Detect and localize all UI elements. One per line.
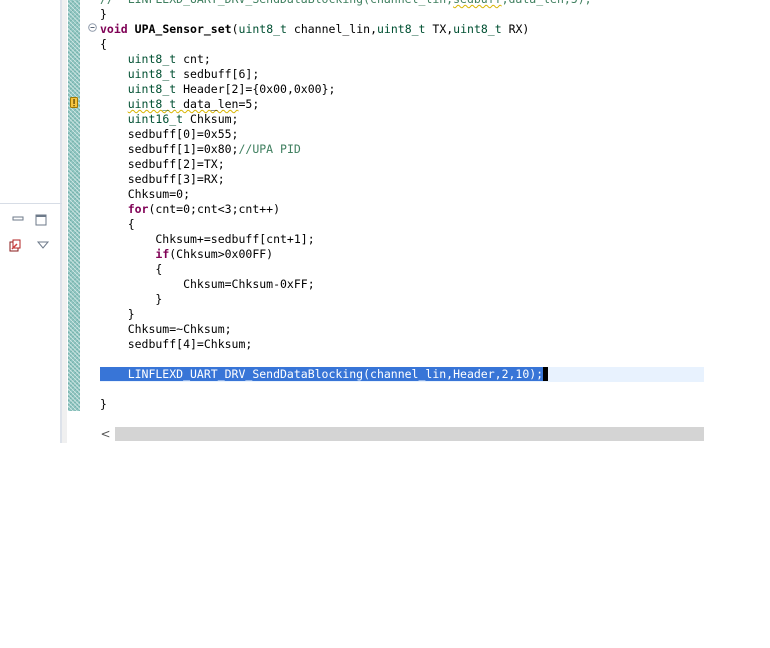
code-token: Chksum=Chksum-0xFF;: [100, 277, 315, 291]
code-line[interactable]: [100, 382, 704, 397]
panel-divider: [0, 203, 62, 204]
code-line[interactable]: uint8_t Header[2]={0x00,0x00};: [100, 82, 704, 97]
code-line[interactable]: {: [100, 37, 704, 52]
code-token: for: [127, 202, 149, 216]
code-line[interactable]: sedbuff[1]=0x80;//UPA PID: [100, 142, 704, 157]
code-token: // LINFLEXD_UART_DRV_SendDataBlocking(ch…: [100, 0, 453, 6]
code-token: data_len: [176, 97, 239, 111]
code-line[interactable]: sedbuff[3]=RX;: [100, 172, 704, 187]
code-token: channel_lin,: [286, 22, 377, 36]
code-token: =5;: [238, 97, 260, 111]
code-token: uint8_t: [127, 97, 177, 111]
code-text[interactable]: // LINFLEXD_UART_DRV_SendDataBlocking(ch…: [100, 0, 704, 412]
fold-collapse-icon[interactable]: [88, 23, 97, 32]
code-line[interactable]: uint8_t sedbuff[6];: [100, 67, 704, 82]
code-line[interactable]: }: [100, 397, 704, 412]
code-token: sedbuff[2]=TX;: [100, 157, 225, 171]
change-ruler: [68, 0, 80, 411]
code-line[interactable]: }: [100, 7, 704, 22]
code-line[interactable]: {: [100, 217, 704, 232]
code-token: void: [100, 22, 128, 36]
code-token: uint16_t: [127, 112, 184, 126]
code-token: }: [100, 307, 135, 321]
code-token: Header[2]={0x00,0x00};: [176, 82, 336, 96]
code-token: sedbuff: [453, 0, 501, 6]
code-token: Chksum=~Chksum;: [100, 322, 232, 336]
code-token: ,data_len,5);: [502, 0, 592, 6]
code-token: uint8_t: [377, 22, 426, 36]
code-line[interactable]: sedbuff[0]=0x55;: [100, 127, 704, 142]
left-panel: [0, 0, 62, 443]
code-token: uint8_t: [127, 82, 177, 96]
warning-icon[interactable]: [70, 97, 78, 108]
code-line[interactable]: uint8_t cnt;: [100, 52, 704, 67]
code-line[interactable]: }: [100, 307, 704, 322]
code-line[interactable]: sedbuff[4]=Chksum;: [100, 337, 704, 352]
code-token: uint8_t: [127, 67, 177, 81]
code-line[interactable]: LINFLEXD_UART_DRV_SendDataBlocking(chann…: [100, 367, 704, 382]
code-token: sedbuff[0]=0x55;: [100, 127, 239, 141]
code-token: (cnt=0;cnt<3;cnt++): [148, 202, 281, 216]
code-line[interactable]: Chksum+=sedbuff[cnt+1];: [100, 232, 704, 247]
code-line[interactable]: sedbuff[2]=TX;: [100, 157, 704, 172]
code-line[interactable]: void UPA_Sensor_set(uint8_t channel_lin,…: [100, 22, 704, 37]
code-line[interactable]: // LINFLEXD_UART_DRV_SendDataBlocking(ch…: [100, 0, 704, 7]
code-token: sedbuff[4]=Chksum;: [100, 337, 253, 351]
code-token: Chksum=0;: [100, 187, 191, 201]
code-token: sedbuff[6];: [176, 67, 260, 81]
code-token: cnt;: [176, 52, 211, 66]
code-token: Chksum+=sedbuff[cnt+1];: [100, 232, 315, 246]
horizontal-scrollbar[interactable]: <: [96, 427, 704, 441]
view-menu-icon[interactable]: [36, 238, 50, 252]
code-line[interactable]: [100, 352, 704, 367]
code-token: {: [100, 262, 163, 276]
code-line[interactable]: }: [100, 292, 704, 307]
code-line[interactable]: {: [100, 262, 704, 277]
maximize-icon[interactable]: [34, 213, 48, 227]
link-editor-icon[interactable]: [8, 239, 22, 253]
code-token: //UPA PID: [238, 142, 301, 156]
code-token: if: [155, 247, 170, 261]
code-token: }: [100, 397, 107, 411]
code-token: }: [100, 292, 163, 306]
code-token: sedbuff[1]=0x80;: [100, 142, 239, 156]
minimize-icon[interactable]: [11, 212, 25, 226]
code-line[interactable]: if(Chksum>0x00FF): [100, 247, 704, 262]
text-caret: [543, 367, 549, 381]
code-token: LINFLEXD_UART_DRV_SendDataBlocking(chann…: [100, 367, 544, 381]
code-line[interactable]: uint16_t Chksum;: [100, 112, 704, 127]
code-token: uint8_t: [238, 22, 287, 36]
code-token: sedbuff[3]=RX;: [100, 172, 225, 186]
code-line[interactable]: Chksum=~Chksum;: [100, 322, 704, 337]
code-token: UPA_Sensor_set: [134, 22, 232, 36]
code-line[interactable]: Chksum=0;: [100, 187, 704, 202]
code-line[interactable]: Chksum=Chksum-0xFF;: [100, 277, 704, 292]
code-token: {: [100, 217, 135, 231]
code-token: {: [100, 37, 107, 51]
code-token: uint8_t: [453, 22, 502, 36]
code-token: Chksum;: [183, 112, 239, 126]
code-token: }: [100, 7, 107, 21]
scroll-left-icon[interactable]: <: [96, 427, 115, 441]
editor-left-border: [62, 0, 67, 443]
code-token: (Chksum>0x00FF): [169, 247, 274, 261]
code-token: TX,: [425, 22, 454, 36]
code-token: (: [231, 22, 239, 36]
code-token: uint8_t: [127, 52, 177, 66]
code-line[interactable]: for(cnt=0;cnt<3;cnt++): [100, 202, 704, 217]
code-token: RX): [501, 22, 530, 36]
code-line[interactable]: uint8_t data_len=5;: [100, 97, 704, 112]
